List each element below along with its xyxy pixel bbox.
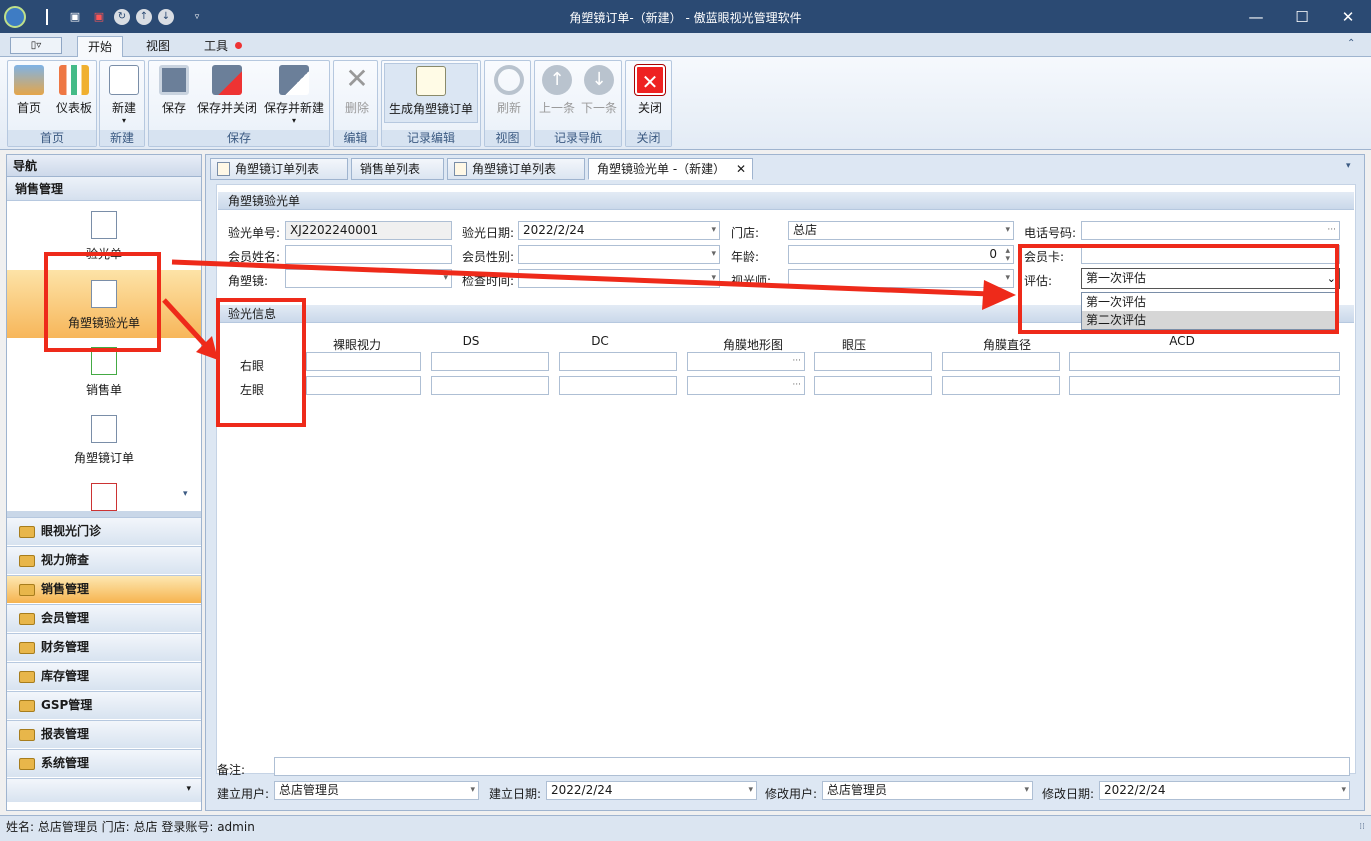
- annotation-arrow-eval: [171, 259, 991, 297]
- status-text: 姓名: 总店管理员 门店: 总店 登录账号: admin: [6, 820, 255, 834]
- annotation-arrow-rows: [162, 298, 210, 350]
- annotation-arrows: [162, 259, 1016, 360]
- resize-grip-icon[interactable]: ⁞⁞: [1359, 816, 1365, 838]
- arrow-head-icon: [982, 280, 1016, 310]
- status-bar: 姓名: 总店管理员 门店: 总店 登录账号: admin ⁞⁞: [0, 815, 1371, 841]
